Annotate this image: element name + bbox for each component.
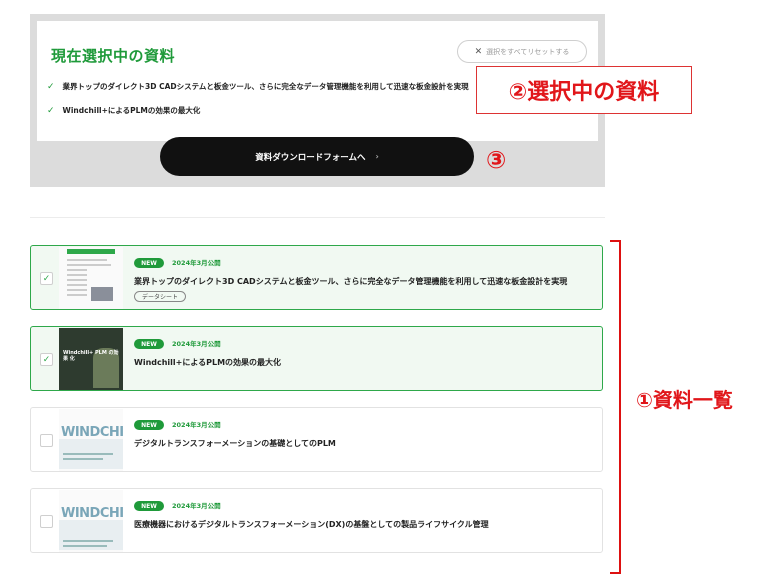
download-form-label: 資料ダウンロードフォームへ: [255, 152, 366, 163]
selection-title: 現在選択中の資料: [51, 47, 176, 65]
check-icon: ✓: [47, 105, 55, 116]
selected-item: ✓ 業界トップのダイレクト3D CADシステムと板金ツール、さらに完全なデータ管…: [47, 81, 469, 92]
check-icon: ✓: [47, 81, 55, 92]
publish-date: 2024年3月公開: [172, 259, 221, 267]
annotation-bracket: [610, 240, 621, 574]
document-checkbox[interactable]: [40, 515, 53, 528]
new-badge: NEW: [134, 501, 164, 511]
reset-selection-button[interactable]: ✕ 選択をすべてリセットする: [457, 40, 587, 63]
close-icon: ✕: [474, 46, 483, 57]
publish-date: 2024年3月公開: [172, 421, 221, 429]
thumbnail-cover-text: Windchill+ PLM の効果 化: [63, 350, 119, 362]
download-form-button[interactable]: 資料ダウンロードフォームへ ›: [160, 137, 474, 176]
new-badge: NEW: [134, 339, 164, 349]
reset-label: 選択をすべてリセットする: [486, 47, 570, 56]
document-card[interactable]: ✓ NEW 2024年3月公開 業界トップのダイレクト3D CADシステムと板金…: [30, 245, 603, 310]
document-checkbox[interactable]: ✓: [40, 353, 53, 366]
document-card[interactable]: WINDCHILL NEW 2024年3月公開 医療機器におけるデジタルトランス…: [30, 488, 603, 553]
publish-date: 2024年3月公開: [172, 502, 221, 510]
publish-date: 2024年3月公開: [172, 340, 221, 348]
annotation-doc-list: ①資料一覧: [636, 388, 733, 412]
annotation-selected-docs: ②選択中の資料: [476, 66, 692, 114]
selected-item-label: 業界トップのダイレクト3D CADシステムと板金ツール、さらに完全なデータ管理機…: [62, 82, 469, 91]
document-card[interactable]: WINDCHILL NEW 2024年3月公開 デジタルトランスフォーメーション…: [30, 407, 603, 472]
document-checkbox[interactable]: [40, 434, 53, 447]
annotation-step3: ③: [486, 146, 507, 174]
windchill-logo: WINDCHILL: [61, 506, 123, 521]
document-checkbox[interactable]: ✓: [40, 272, 53, 285]
document-type-tag: データシート: [134, 291, 187, 302]
document-title[interactable]: Windchill+によるPLMの効果の最大化: [134, 357, 281, 368]
document-title[interactable]: 業界トップのダイレクト3D CADシステムと板金ツール、さらに完全なデータ管理機…: [134, 276, 567, 287]
document-thumbnail: WINDCHILL: [59, 490, 123, 552]
new-badge: NEW: [134, 258, 164, 268]
document-card[interactable]: ✓ Windchill+ PLM の効果 化 NEW 2024年3月公開 Win…: [30, 326, 603, 391]
document-thumbnail: [59, 247, 123, 309]
new-badge: NEW: [134, 420, 164, 430]
photo-image: [91, 287, 113, 301]
windchill-logo: WINDCHILL: [61, 425, 123, 440]
document-title[interactable]: デジタルトランスフォーメーションの基礎としてのPLM: [134, 438, 336, 449]
document-thumbnail: Windchill+ PLM の効果 化: [59, 328, 123, 390]
divider: [30, 217, 605, 218]
selected-item-label: Windchill+によるPLMの効果の最大化: [62, 106, 201, 115]
document-thumbnail: WINDCHILL: [59, 409, 123, 471]
selected-item: ✓ Windchill+によるPLMの効果の最大化: [47, 105, 200, 116]
chevron-right-icon: ›: [375, 152, 379, 161]
document-title[interactable]: 医療機器におけるデジタルトランスフォーメーション(DX)の基盤としての製品ライフ…: [134, 519, 489, 530]
